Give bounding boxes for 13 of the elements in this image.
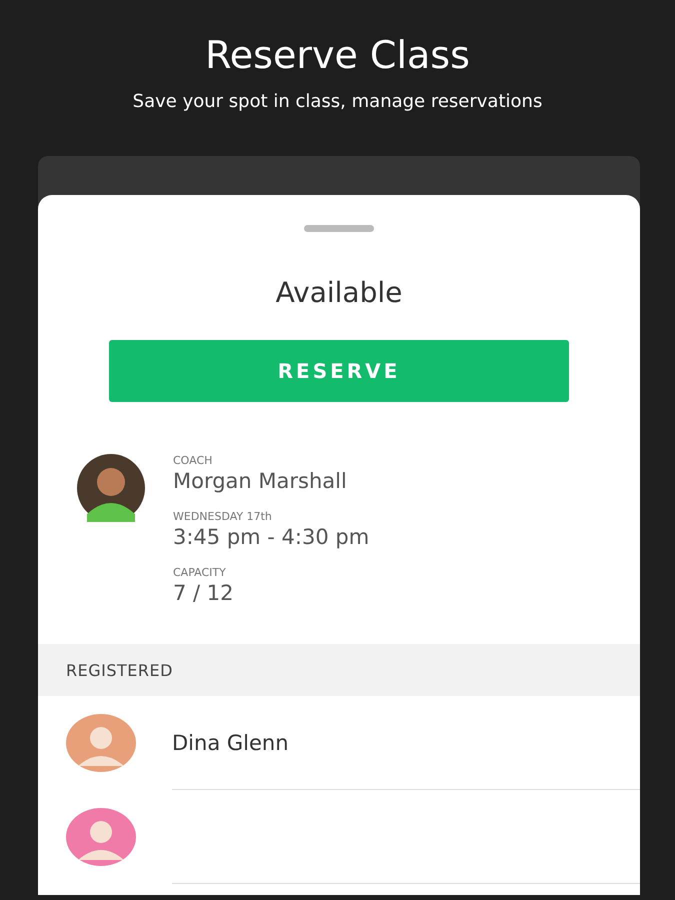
drag-handle[interactable]: [304, 225, 374, 232]
page-title: Reserve Class: [204, 32, 471, 78]
section-title: REGISTERED: [66, 660, 173, 680]
availability-status: Available: [274, 276, 404, 310]
detail-value: 7 / 12: [173, 580, 235, 606]
detail-value: Morgan Marshall: [173, 468, 348, 494]
detail-label: COACH: [173, 454, 214, 468]
page-subtitle: Save your spot in class, manage reservations: [132, 90, 544, 114]
person-name[interactable]: Dina Glenn: [172, 730, 289, 754]
detail-label: WEDNESDAY 17th: [173, 510, 273, 524]
detail-value: 3:45 pm - 4:30 pm: [173, 524, 370, 550]
detail-label: CAPACITY: [173, 566, 227, 580]
coach-avatar: [77, 454, 145, 522]
